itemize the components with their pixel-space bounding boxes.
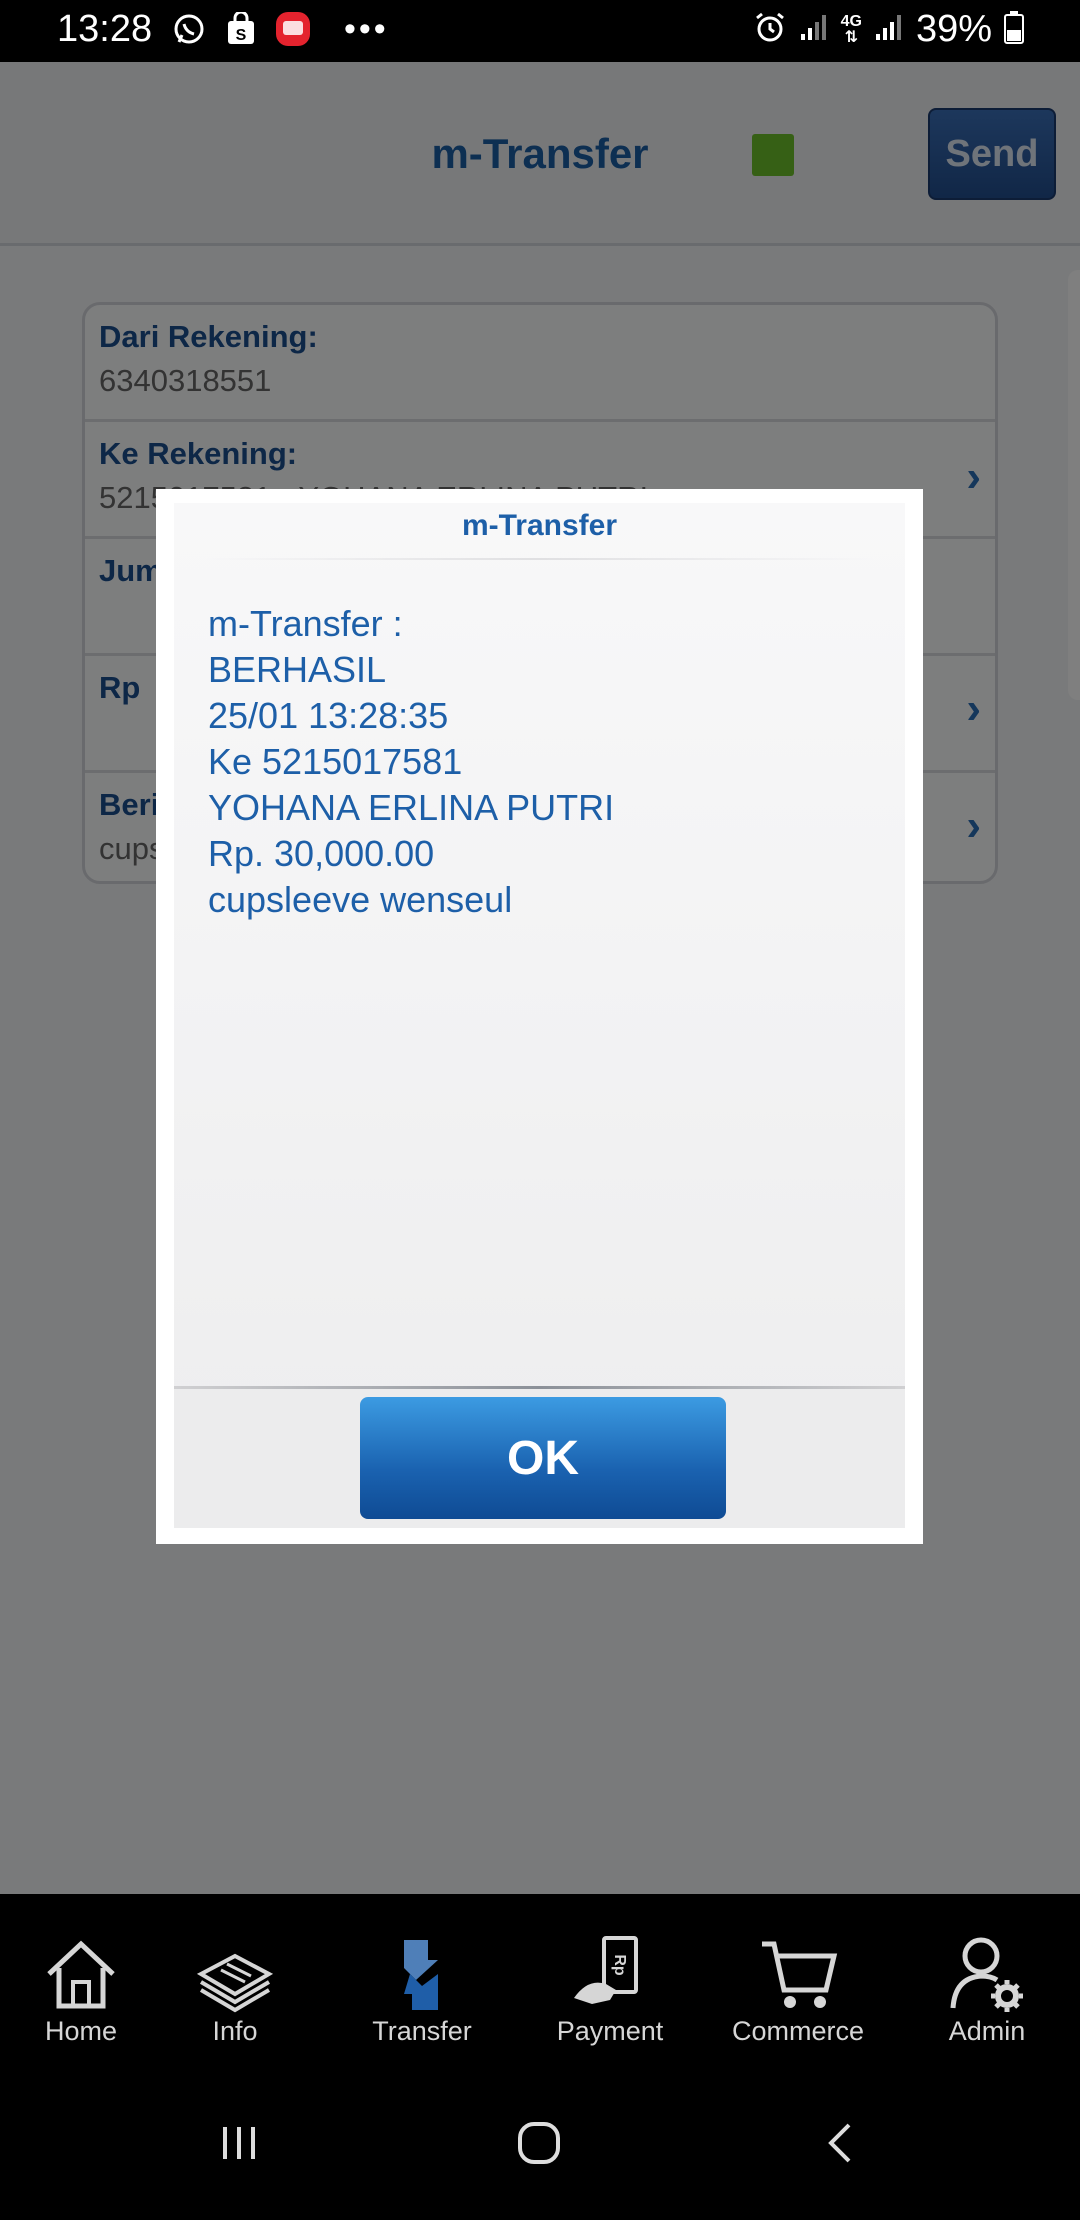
nav-item-payment[interactable]: Rp Payment <box>525 1894 695 2064</box>
admin-icon <box>950 1937 1023 2012</box>
nav-item-info[interactable]: Info <box>150 1894 320 2064</box>
dialog-footer-divider <box>174 1386 905 1389</box>
message-line: m-Transfer : <box>208 603 403 644</box>
nav-item-transfer[interactable]: Transfer <box>337 1894 507 2064</box>
dialog-title: m-Transfer <box>461 509 618 542</box>
recent-apps-icon <box>223 2127 255 2159</box>
home-button[interactable] <box>504 2108 574 2178</box>
signal-icon-2 <box>874 12 904 47</box>
status-bar: 13:28 S ••• 4G ⇅ 39% <box>0 0 1080 62</box>
home-circle-icon <box>518 2122 560 2164</box>
more-notifications-icon: ••• <box>344 10 389 48</box>
nav-label: Transfer <box>372 2016 472 2046</box>
status-time: 13:28 <box>57 8 153 50</box>
dialog-body: m-Transfer m-Transfer : BERHASIL 25/01 1… <box>174 503 905 1528</box>
dialog-divider <box>204 558 875 560</box>
message-line: YOHANA ERLINA PUTRI <box>208 787 615 828</box>
transfer-icon <box>404 1940 438 2010</box>
battery-icon <box>1004 10 1024 49</box>
system-status-icons: 4G ⇅ 39% <box>753 8 1024 51</box>
nav-item-commerce[interactable]: Commerce <box>713 1894 883 2064</box>
app-notification-icon <box>274 10 312 48</box>
battery-percent: 39% <box>915 8 992 50</box>
alarm-icon <box>753 10 787 49</box>
whatsapp-icon <box>170 10 208 48</box>
payment-icon: Rp <box>574 1936 638 2004</box>
network-type: 4G ⇅ <box>840 12 862 46</box>
recent-apps-button[interactable] <box>204 2108 274 2178</box>
system-navigation-bar <box>0 2064 1080 2220</box>
info-icon <box>196 1953 274 2013</box>
svg-text:S: S <box>236 27 247 44</box>
signal-icon <box>799 12 829 47</box>
message-line: Ke 5215017581 <box>208 741 463 782</box>
nav-item-admin[interactable]: Admin <box>902 1894 1072 2064</box>
message-line: 25/01 13:28:35 <box>208 695 449 736</box>
bottom-navigation: Home Info Transfer Rp Payment Commerce A… <box>0 1894 1080 2064</box>
nav-label: Info <box>212 2016 258 2046</box>
result-dialog: m-Transfer m-Transfer : BERHASIL 25/01 1… <box>156 489 923 1544</box>
back-icon <box>828 2123 851 2163</box>
message-line: BERHASIL <box>208 649 387 690</box>
ok-button[interactable]: OK <box>360 1397 726 1519</box>
notification-icons: S ••• <box>170 10 389 48</box>
message-line: cupsleeve wenseul <box>208 879 513 920</box>
nav-label: Payment <box>556 2016 664 2046</box>
nav-label: Commerce <box>731 2016 865 2046</box>
svg-text:Rp: Rp <box>611 1954 628 1976</box>
shopping-bag-icon: S <box>222 10 260 48</box>
cart-icon <box>762 1941 838 2008</box>
nav-label: Admin <box>948 2016 1026 2046</box>
back-button[interactable] <box>806 2108 876 2178</box>
dialog-message: m-Transfer : BERHASIL 25/01 13:28:35 Ke … <box>208 601 868 923</box>
home-icon <box>47 1940 115 2009</box>
message-line: Rp. 30,000.00 <box>208 833 435 874</box>
